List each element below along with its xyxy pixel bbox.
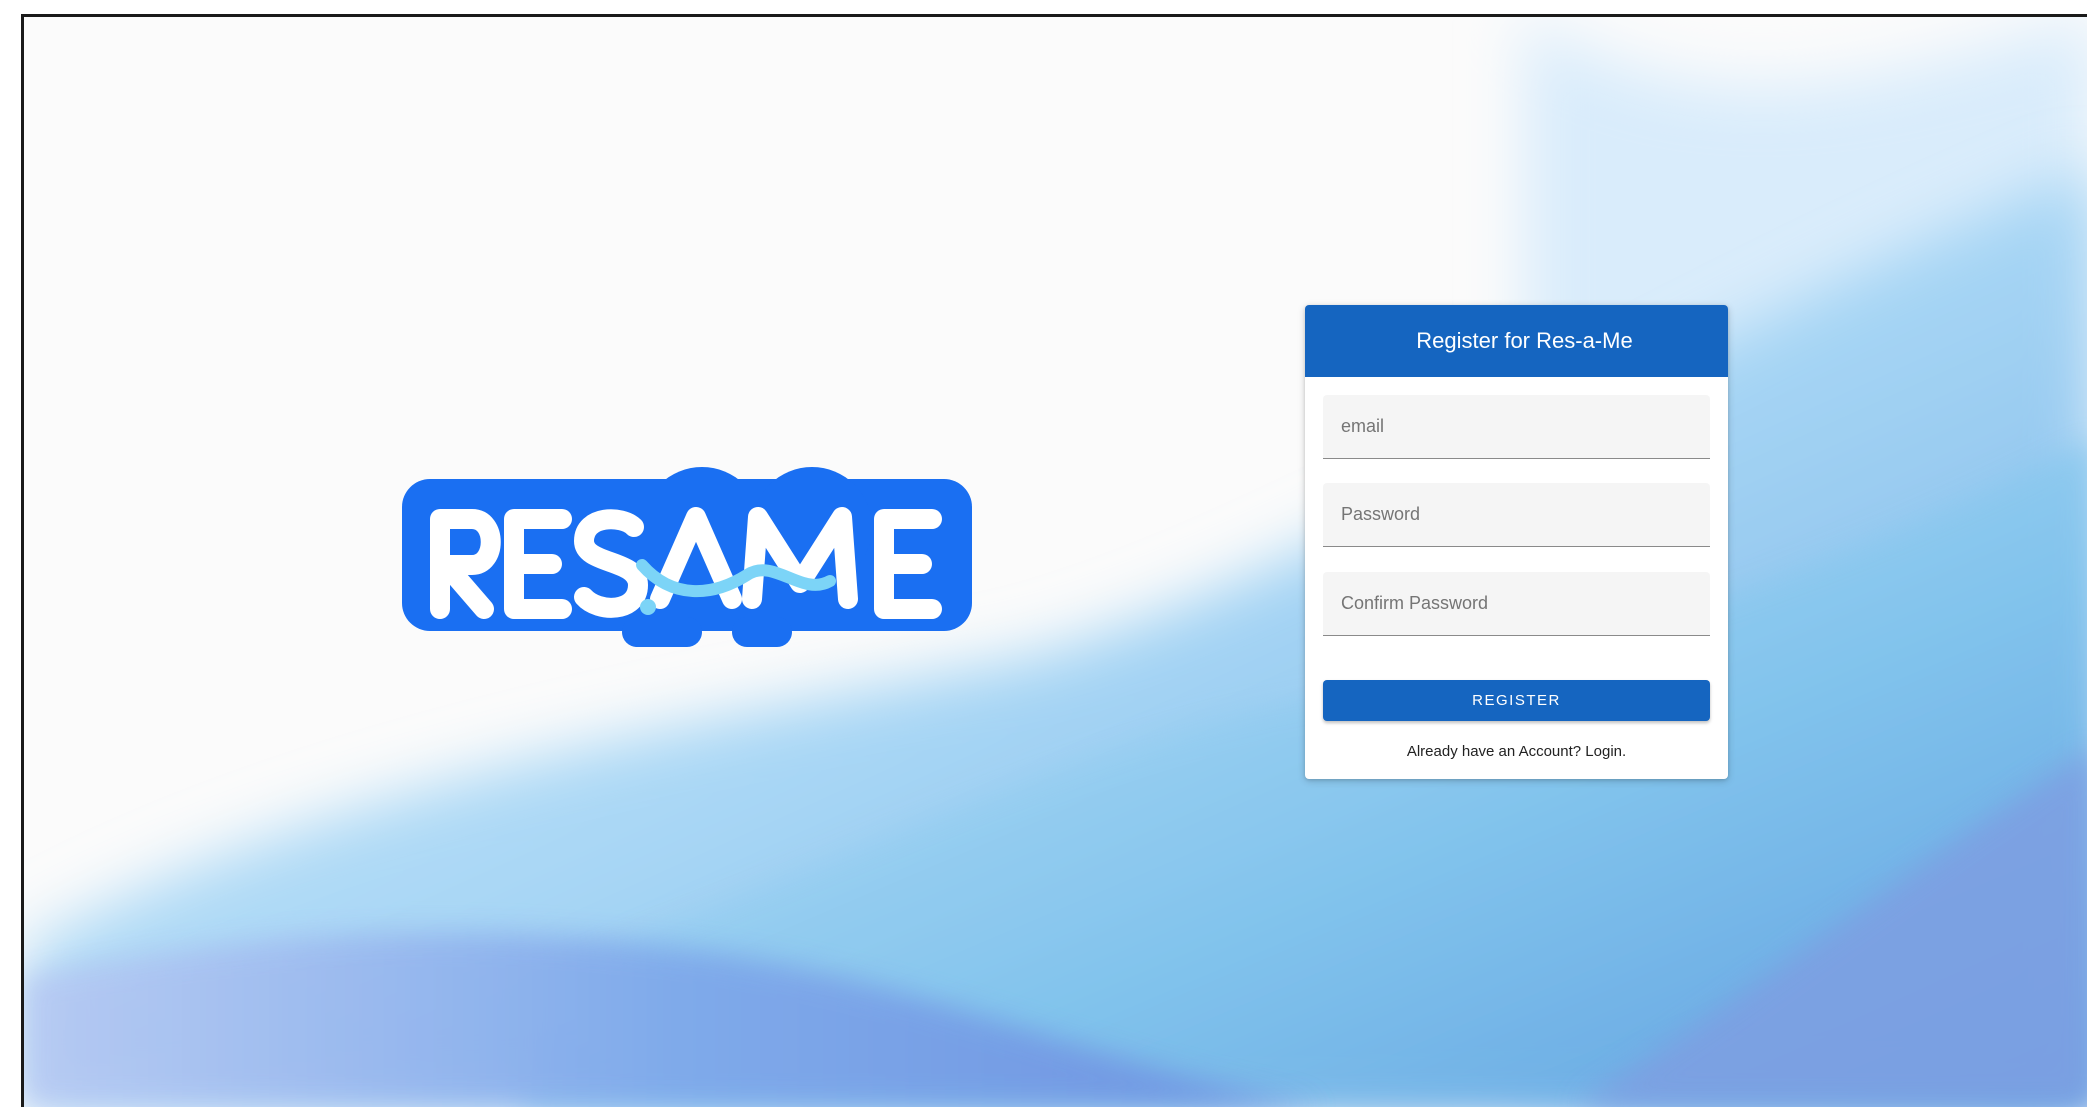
background-waves xyxy=(24,17,2087,1107)
email-input[interactable] xyxy=(1323,395,1710,458)
password-input[interactable] xyxy=(1323,483,1710,546)
login-prompt: Already have an Account? Login. xyxy=(1305,743,1728,760)
login-link[interactable]: Login. xyxy=(1585,743,1626,760)
confirm-password-input[interactable] xyxy=(1323,572,1710,635)
password-field[interactable] xyxy=(1323,483,1710,547)
app-window: Register for Res-a-Me REGISTER Already h… xyxy=(21,14,2087,1107)
already-account-text: Already have an Account? xyxy=(1406,743,1586,760)
register-button[interactable]: REGISTER xyxy=(1323,680,1710,721)
register-card: Register for Res-a-Me REGISTER Already h… xyxy=(1305,305,1728,779)
confirm-password-field[interactable] xyxy=(1323,572,1710,636)
register-title: Register for Res-a-Me xyxy=(1305,305,1728,377)
email-field[interactable] xyxy=(1323,395,1710,459)
res-a-me-logo xyxy=(402,457,1002,647)
